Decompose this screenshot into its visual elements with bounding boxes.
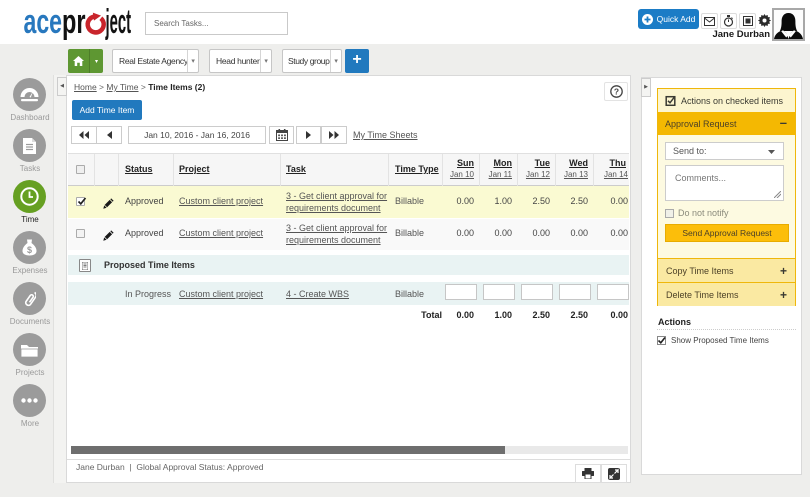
svg-text:$: $ bbox=[27, 245, 32, 255]
svg-text:ace: ace bbox=[24, 3, 63, 41]
svg-text:?: ? bbox=[613, 86, 618, 96]
svg-text:ject: ject bbox=[105, 3, 131, 41]
svg-text:pr: pr bbox=[62, 3, 86, 41]
